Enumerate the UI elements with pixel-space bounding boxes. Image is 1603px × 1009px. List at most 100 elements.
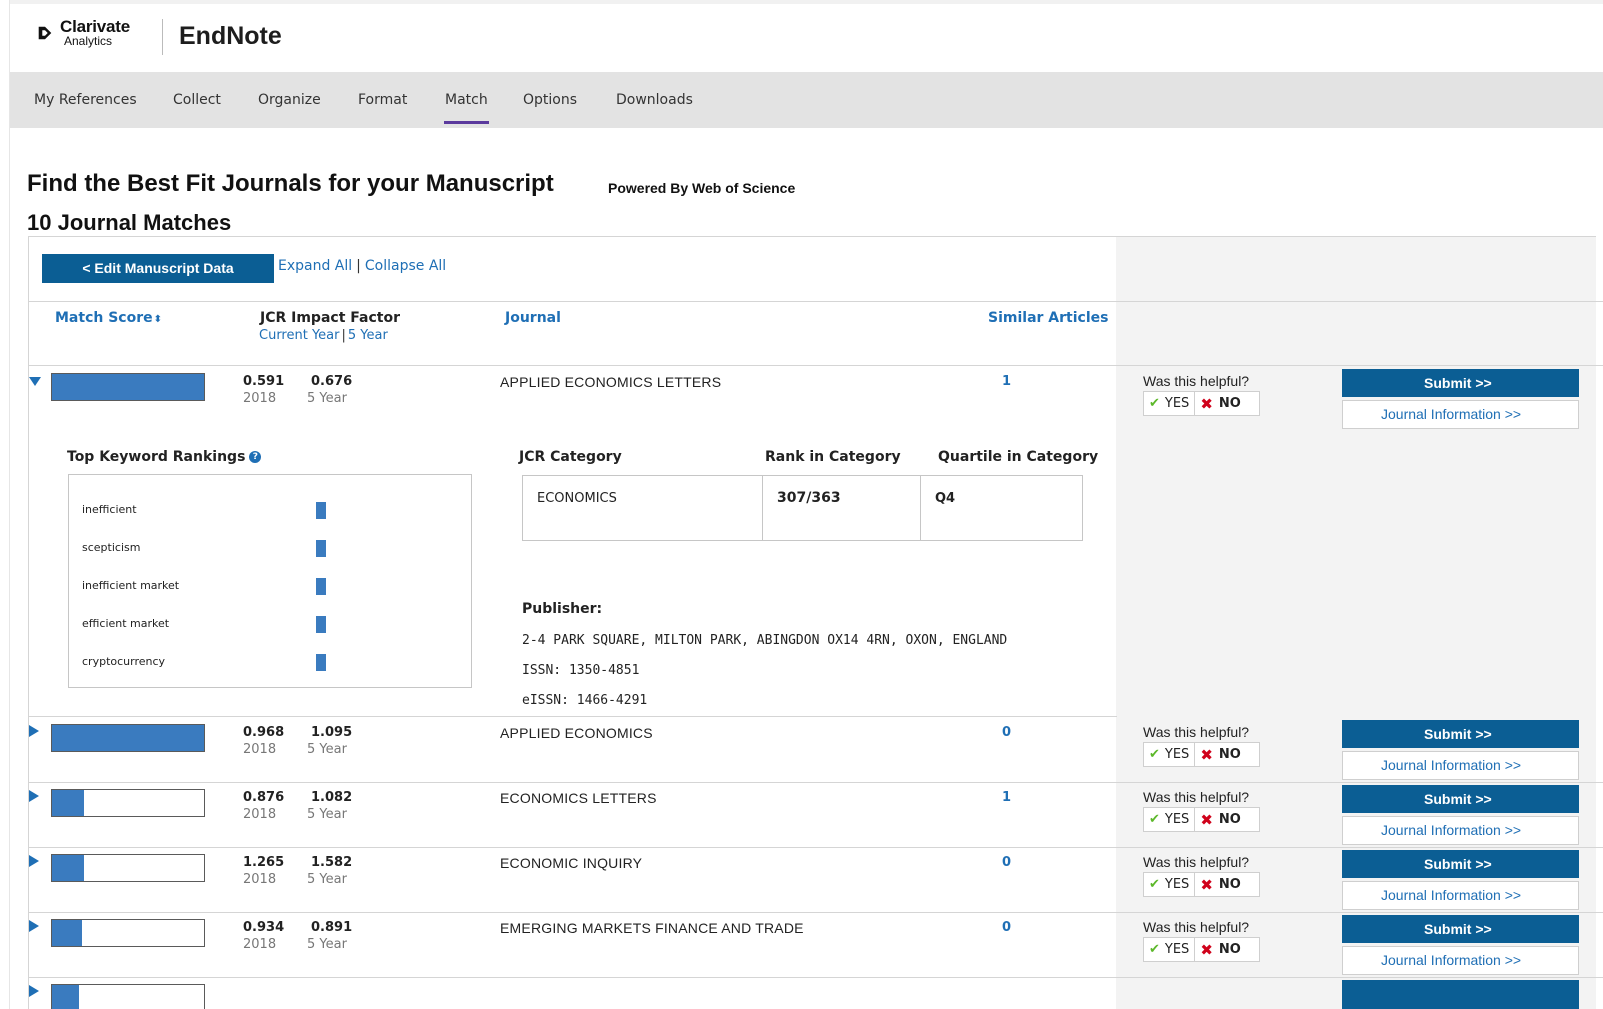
nav-collect[interactable]: Collect: [173, 92, 221, 108]
keyword-item: scepticism: [82, 541, 141, 554]
publisher-label: Publisher:: [522, 601, 603, 617]
expand-all-link[interactable]: Expand All: [278, 258, 352, 274]
journal-name: APPLIED ECONOMICS LETTERS: [500, 374, 722, 390]
expand-row-icon[interactable]: [29, 855, 39, 867]
publisher-address: 2-4 PARK SQUARE, MILTON PARK, ABINGDON O…: [522, 633, 1008, 648]
check-icon: ✔: [1149, 812, 1160, 827]
journal-information-button[interactable]: Journal Information >>: [1342, 881, 1579, 910]
similar-articles-count[interactable]: 1: [1002, 790, 1011, 805]
helpful-no-button[interactable]: ✖ NO: [1195, 743, 1246, 766]
divider: [28, 716, 1117, 717]
app-header: Clarivate Analytics EndNote: [10, 0, 1603, 72]
helpful-no-button[interactable]: ✖ NO: [1195, 873, 1246, 896]
helpful-yes-button[interactable]: ✔ YES: [1144, 938, 1196, 961]
helpful-yes-button[interactable]: ✔ YES: [1144, 873, 1196, 896]
quartile-in-category-header: Quartile in Category: [938, 449, 1099, 465]
helpful-no-button[interactable]: ✖ NO: [1195, 938, 1246, 961]
keyword-rank-bar: [316, 540, 326, 557]
nav-my-references[interactable]: My References: [34, 92, 137, 108]
similar-articles-count[interactable]: 0: [1002, 725, 1011, 740]
app-name: EndNote: [179, 22, 282, 50]
column-match-score[interactable]: Match Score⬍: [55, 310, 162, 326]
match-score-bar: [51, 373, 205, 401]
main-nav: My References Collect Organize Format Ma…: [10, 72, 1603, 128]
submit-button[interactable]: Submit >>: [1342, 850, 1579, 878]
edit-manuscript-button[interactable]: < Edit Manuscript Data: [42, 254, 274, 283]
match-score-bar: [51, 919, 205, 947]
nav-match[interactable]: Match: [444, 92, 489, 124]
divider: [28, 847, 1603, 848]
helpful-yes-button[interactable]: ✔ YES: [1144, 392, 1196, 415]
helpful-yes-button[interactable]: ✔ YES: [1144, 808, 1196, 831]
submit-button[interactable]: [1342, 980, 1579, 1009]
nav-format[interactable]: Format: [358, 92, 407, 108]
journal-name: APPLIED ECONOMICS: [500, 725, 653, 741]
divider: [28, 301, 1603, 302]
collapse-all-link[interactable]: Collapse All: [365, 258, 446, 274]
logo-divider: [162, 19, 163, 55]
match-score-fill: [52, 374, 204, 400]
help-icon[interactable]: ?: [249, 451, 262, 463]
nav-organize[interactable]: Organize: [258, 92, 321, 108]
submit-button[interactable]: Submit >>: [1342, 915, 1579, 943]
impact-factor-year: 2018: [243, 872, 277, 887]
impact-factor-year: 2018: [243, 391, 277, 406]
keyword-rank-bar: [316, 502, 326, 519]
match-score-fill: [52, 920, 83, 946]
collapse-row-icon[interactable]: [29, 377, 41, 386]
journal-information-button[interactable]: Journal Information >>: [1342, 816, 1579, 845]
match-score-bar: [51, 854, 205, 882]
impact-factor-5year-label: 5 Year: [307, 391, 347, 406]
helpful-buttons: ✔ YES ✖ NO: [1143, 937, 1260, 962]
similar-articles-count[interactable]: 0: [1002, 920, 1011, 935]
helpful-buttons: ✔ YES ✖ NO: [1143, 872, 1260, 897]
nav-options[interactable]: Options: [523, 92, 577, 108]
helpful-no-button[interactable]: ✖ NO: [1195, 808, 1246, 831]
match-score-fill: [52, 725, 204, 751]
expand-row-icon[interactable]: [29, 985, 39, 997]
expand-collapse-links: Expand All | Collapse All: [278, 258, 446, 274]
match-score-fill: [52, 985, 80, 1009]
divider: [28, 912, 1603, 913]
matches-heading: 10 Journal Matches: [27, 210, 232, 235]
match-score-bar: [51, 789, 205, 817]
expand-row-icon[interactable]: [29, 725, 39, 737]
impact-factor-current: 1.265: [243, 855, 285, 870]
check-icon: ✔: [1149, 396, 1160, 411]
x-icon: ✖: [1200, 394, 1213, 413]
submit-button[interactable]: Submit >>: [1342, 785, 1579, 813]
quartile-in-category-value: Q4: [935, 491, 956, 506]
submit-button[interactable]: Submit >>: [1342, 369, 1579, 397]
column-journal[interactable]: Journal: [505, 310, 561, 326]
jcr-year-separator: |: [341, 328, 346, 343]
column-jcr-impact-factor: JCR Impact Factor: [260, 310, 400, 326]
nav-downloads[interactable]: Downloads: [616, 92, 693, 108]
keyword-rank-bar: [316, 616, 326, 633]
divider: [28, 977, 1603, 978]
expand-row-icon[interactable]: [29, 920, 39, 932]
journal-information-button[interactable]: Journal Information >>: [1342, 946, 1579, 975]
jcr-current-year-link[interactable]: Current Year: [259, 328, 339, 343]
journal-information-button[interactable]: Journal Information >>: [1342, 400, 1579, 429]
impact-factor-5year: 0.891: [311, 920, 353, 935]
submit-button[interactable]: Submit >>: [1342, 720, 1579, 748]
impact-factor-current: 0.968: [243, 725, 285, 740]
column-similar-articles[interactable]: Similar Articles: [988, 310, 1108, 326]
helpful-yes-button[interactable]: ✔ YES: [1144, 743, 1196, 766]
jcr-5year-link[interactable]: 5 Year: [348, 328, 388, 343]
similar-articles-count[interactable]: 0: [1002, 855, 1011, 870]
impact-factor-5year: 1.582: [311, 855, 353, 870]
keyword-item: inefficient market: [82, 579, 180, 592]
similar-articles-count[interactable]: 1: [1002, 374, 1011, 389]
expand-row-icon[interactable]: [29, 790, 39, 802]
quartile-in-category-cell: Q4: [920, 475, 1083, 541]
helpful-no-button[interactable]: ✖ NO: [1195, 392, 1246, 415]
x-icon: ✖: [1200, 875, 1213, 894]
issn: ISSN: 1350-4851: [522, 663, 640, 678]
journal-information-button[interactable]: Journal Information >>: [1342, 751, 1579, 780]
clarivate-logo: Clarivate Analytics: [36, 18, 130, 47]
rank-in-category-header: Rank in Category: [765, 449, 901, 465]
journal-name: ECONOMIC INQUIRY: [500, 855, 643, 871]
keyword-item: efficient market: [82, 617, 170, 630]
jcr-year-toggle: Current Year | 5 Year: [259, 328, 388, 343]
